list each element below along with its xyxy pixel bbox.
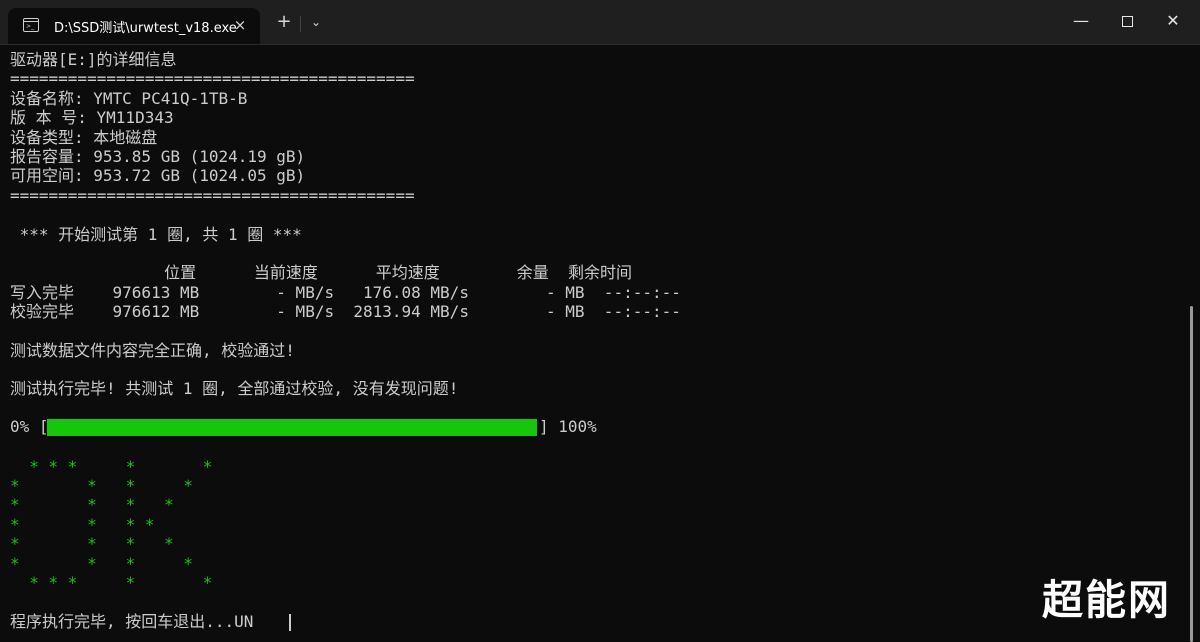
progress-right-label: ] 100% [539,417,597,436]
verify-ok-message: 测试数据文件内容完全正确, 校验通过! [10,341,295,360]
chevron-down-icon[interactable]: ⌄ [302,8,330,36]
ok-art-line: * * * * [10,554,194,573]
table-header: 位置 当前速度 平均速度 余量 剩余时间 [10,263,633,282]
ok-art-line: * * * * [10,476,194,495]
tab-close-icon[interactable]: × [230,15,250,35]
progress-fill [47,419,537,436]
title-bar: >_ D:\SSD测试\urwtest_v18.exe × + ⌄ — ✕ [0,0,1200,45]
console-output[interactable]: 驱动器[E:]的详细信息 ===========================… [10,48,1180,638]
test-start-banner: *** 开始测试第 1 圈, 共 1 圈 *** [10,225,302,244]
terminal-icon: >_ [23,18,39,32]
tab-title: D:\SSD测试\urwtest_v18.exe [54,21,237,36]
test-done-message: 测试执行完毕! 共测试 1 圈, 全部通过校验, 没有发现问题! [10,379,459,398]
ok-art-line: * * * * * [10,573,213,592]
new-tab-button[interactable]: + [270,8,298,36]
free-space: 可用空间: 953.72 GB (1024.05 gB) [10,166,306,185]
ok-art-line: * * * * [10,534,174,553]
progress-bar [47,419,537,436]
table-row-write: 写入完毕 976613 MB - MB/s 176.08 MB/s - MB -… [10,283,681,302]
progress-left-label: 0% [ [10,417,49,436]
ok-art-line: * * * * [10,495,174,514]
reported-capacity: 报告容量: 953.85 GB (1024.19 gB) [10,147,306,166]
drive-header: 驱动器[E:]的详细信息 [10,50,177,69]
maximize-button[interactable] [1104,0,1150,44]
firmware-version: 版 本 号: YM11D343 [10,108,174,127]
device-name: 设备名称: YMTC PC41Q-1TB-B [10,89,248,108]
device-type: 设备类型: 本地磁盘 [10,128,158,147]
terminal-tab[interactable]: >_ D:\SSD测试\urwtest_v18.exe × [8,8,260,44]
table-row-verify: 校验完毕 976612 MB - MB/s 2813.94 MB/s - MB … [10,302,681,321]
maximize-icon [1121,16,1133,27]
exit-prompt: 程序执行完毕, 按回车退出...UN [10,612,254,631]
terminal-window: >_ D:\SSD测试\urwtest_v18.exe × + ⌄ — ✕ 驱动… [0,0,1200,642]
divider [300,16,301,32]
ok-art-line: * * * * [10,515,155,534]
separator-rule: ========================================… [10,69,415,88]
scrollbar[interactable] [1190,306,1193,642]
watermark-logo: 超能网 [1042,576,1171,624]
ok-art-line: * * * * * [10,457,213,476]
close-button[interactable]: ✕ [1150,0,1196,44]
separator-rule: ========================================… [10,186,415,205]
text-cursor [289,614,291,631]
minimize-button[interactable]: — [1058,0,1104,44]
